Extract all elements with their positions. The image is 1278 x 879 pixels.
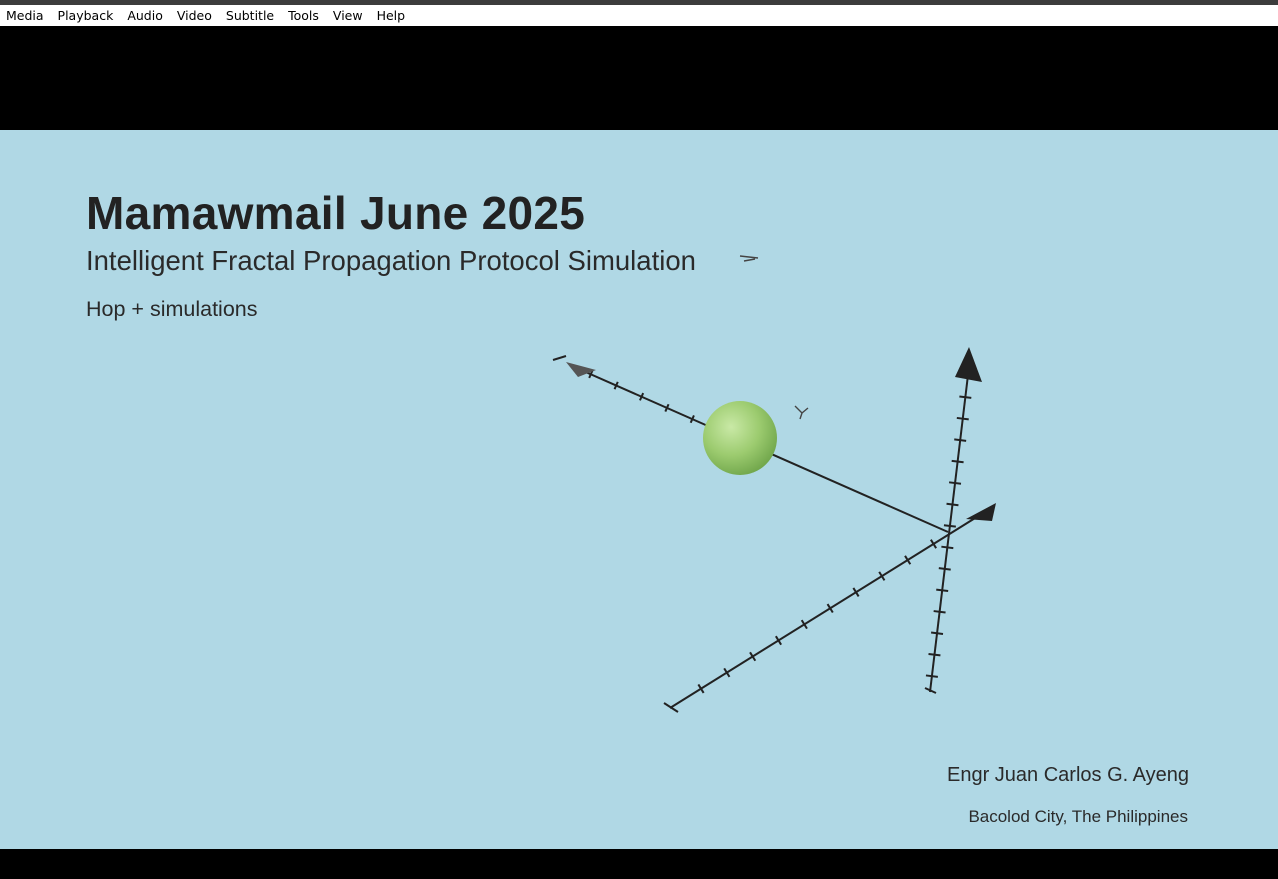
menu-help[interactable]: Help xyxy=(371,5,414,26)
menu-media[interactable]: Media xyxy=(0,5,52,26)
axis-tick xyxy=(928,652,941,657)
axis-tick xyxy=(930,631,944,635)
axis-tick xyxy=(956,416,969,421)
axis-arrowhead-3 xyxy=(955,347,982,382)
slide-author: Engr Juan Carlos G. Ayeng xyxy=(947,764,1189,786)
menu-subtitle[interactable]: Subtitle xyxy=(220,5,282,26)
axes-3d-scene xyxy=(552,255,996,713)
menu-playback[interactable]: Playback xyxy=(52,5,122,26)
axis-tick xyxy=(933,610,946,614)
menu-bar: Media Playback Audio Video Subtitle Tool… xyxy=(0,5,1278,26)
axis-tick xyxy=(959,395,972,399)
green-sphere xyxy=(703,401,777,475)
axis-tick xyxy=(938,567,951,571)
menu-tools[interactable]: Tools xyxy=(282,5,327,26)
axis-tick xyxy=(946,502,959,507)
axis-tick xyxy=(943,524,956,528)
menu-video[interactable]: Video xyxy=(171,5,220,26)
axis-label-marks xyxy=(739,255,809,420)
menu-audio[interactable]: Audio xyxy=(121,5,171,26)
axis-arrowhead-2 xyxy=(966,503,996,521)
video-frame-slide: Mamawmail June 2025 Intelligent Fractal … xyxy=(0,130,1278,849)
axis-line-3 xyxy=(929,374,969,693)
axis-tick xyxy=(925,674,938,678)
axis-ticks xyxy=(588,370,972,694)
slide-location: Bacolod City, The Philippines xyxy=(968,807,1188,826)
axis-tick xyxy=(948,481,962,485)
axis-tick xyxy=(954,438,967,442)
axis-tick xyxy=(951,459,964,464)
menu-view[interactable]: View xyxy=(327,5,371,26)
axis-tick xyxy=(941,545,954,550)
axis-tick xyxy=(936,588,949,593)
